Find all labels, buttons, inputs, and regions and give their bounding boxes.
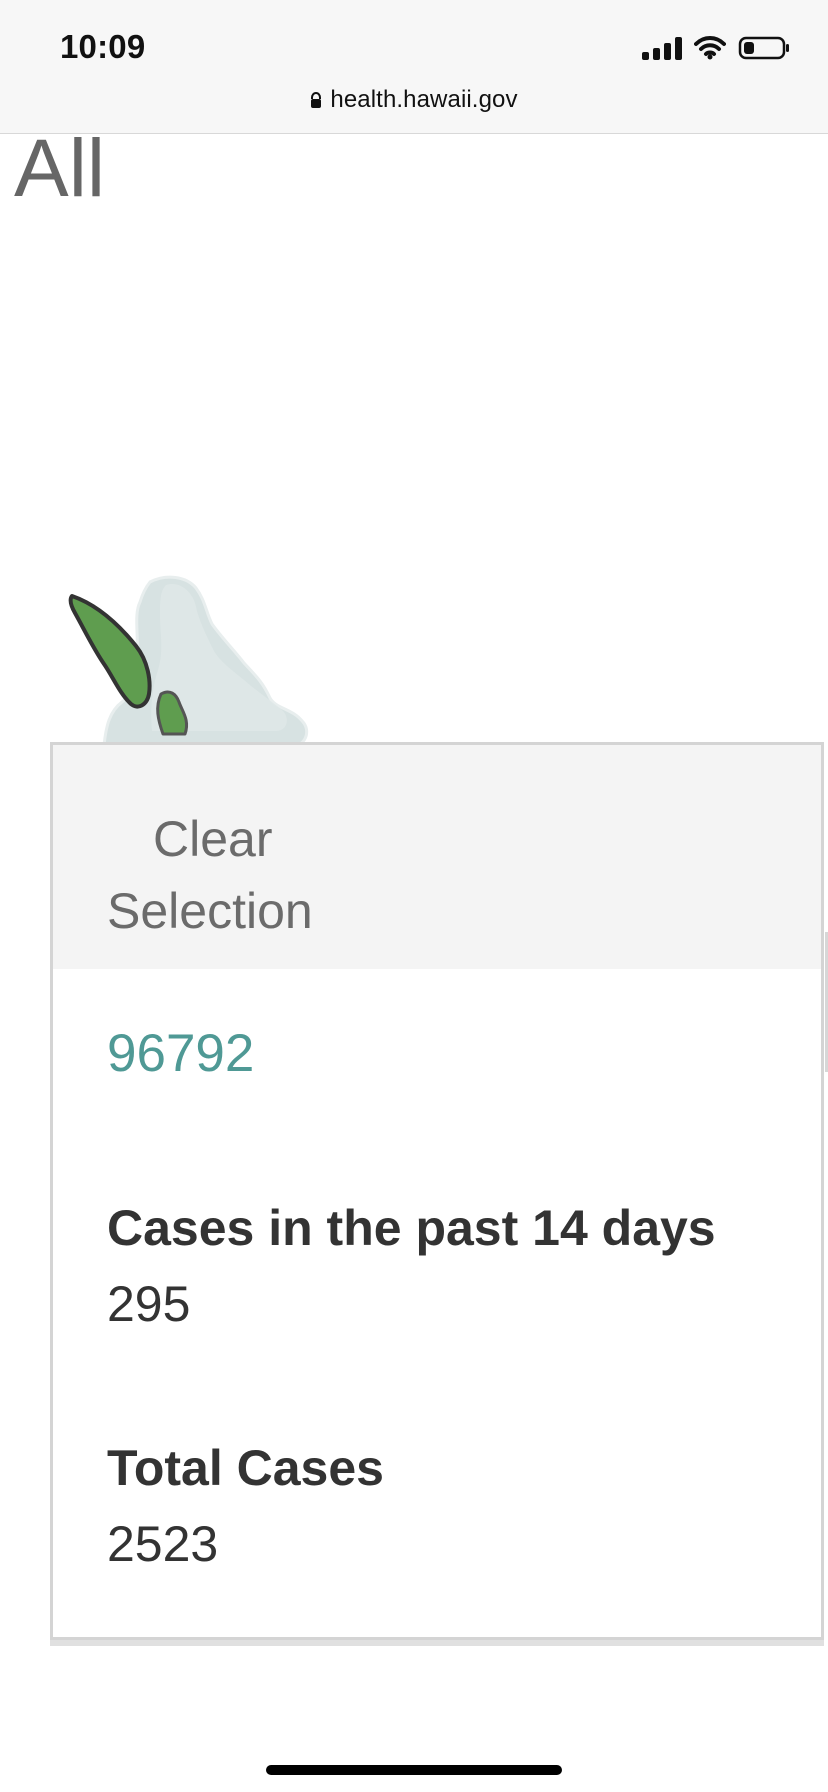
total-cases-value: 2523 <box>107 1516 219 1572</box>
page-url[interactable]: health.hawaii.gov <box>330 86 517 114</box>
cases-14-days-label: Cases in the past 14 days <box>107 1200 716 1256</box>
battery-icon <box>738 34 792 62</box>
total-cases-label: Total Cases <box>107 1440 384 1496</box>
cases-14-days-value: 295 <box>107 1276 191 1332</box>
status-time: 10:09 <box>60 28 146 65</box>
oahu-map[interactable] <box>40 560 340 750</box>
status-icons <box>642 34 792 62</box>
home-indicator[interactable] <box>266 1765 562 1775</box>
oahu-map-svg[interactable] <box>40 560 340 750</box>
address-bar[interactable]: health.hawaii.gov <box>0 86 828 114</box>
zip-code-link[interactable]: 96792 <box>107 1027 254 1080</box>
view-label: All <box>14 123 106 214</box>
status-bar: 10:09 health.hawaii.gov <box>0 0 828 134</box>
wifi-icon <box>694 36 726 60</box>
clear-selection-button[interactable]: Clear Selection <box>107 803 397 947</box>
tooltip-header: Clear Selection <box>53 745 821 969</box>
tooltip-card: Clear Selection 96792 Cases in the past … <box>50 742 824 1640</box>
cellular-signal-icon <box>642 36 682 60</box>
lock-icon <box>310 91 322 109</box>
